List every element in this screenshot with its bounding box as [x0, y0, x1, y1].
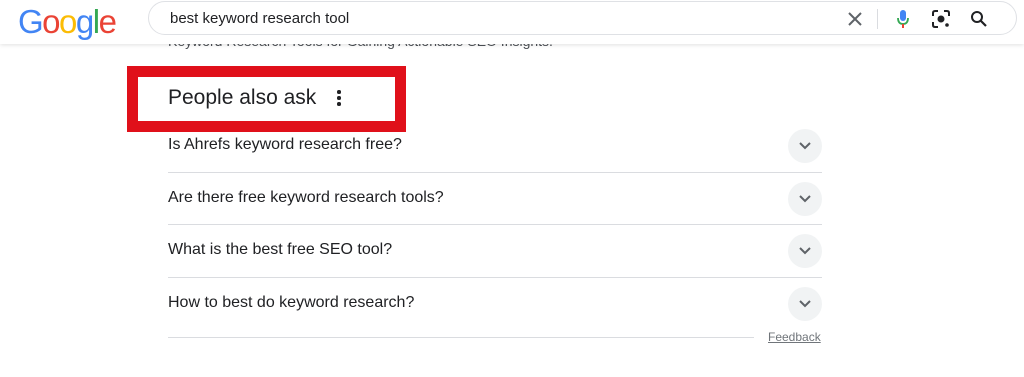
question-text: How to best do keyword research? [168, 293, 415, 311]
google-logo[interactable]: Google [18, 2, 117, 42]
search-divider [877, 9, 878, 29]
chevron-down-icon[interactable] [788, 234, 822, 268]
paa-question[interactable]: Is Ahrefs keyword research free? [168, 120, 822, 173]
paa-question[interactable]: What is the best free SEO tool? [168, 225, 822, 278]
feedback-link[interactable]: Feedback [768, 330, 821, 344]
divider [168, 337, 754, 338]
logo-letter: o [42, 3, 60, 40]
search-input[interactable]: best keyword research tool [170, 10, 349, 27]
question-text: Are there free keyword research tools? [168, 188, 444, 206]
question-text: Is Ahrefs keyword research free? [168, 136, 402, 153]
paa-question-list: Is Ahrefs keyword research free? Are the… [168, 120, 822, 330]
search-box[interactable]: best keyword research tool [148, 1, 1017, 35]
question-text: What is the best free SEO tool? [168, 241, 393, 258]
search-icon[interactable] [968, 8, 990, 30]
logo-letter: G [18, 3, 44, 40]
logo-letter: o [59, 3, 77, 40]
lens-icon[interactable] [930, 8, 952, 30]
logo-letter: g [75, 3, 94, 40]
microphone-icon[interactable] [892, 8, 914, 30]
chevron-down-icon[interactable] [788, 286, 822, 321]
header: Google best keyword research tool [0, 0, 1024, 44]
paa-question[interactable]: How to best do keyword research? [168, 278, 822, 331]
logo-letter: e [98, 3, 117, 40]
close-icon[interactable] [844, 8, 866, 30]
paa-question[interactable]: Are there free keyword research tools? [168, 173, 822, 225]
chevron-down-icon[interactable] [788, 181, 822, 216]
chevron-down-icon[interactable] [788, 129, 822, 163]
